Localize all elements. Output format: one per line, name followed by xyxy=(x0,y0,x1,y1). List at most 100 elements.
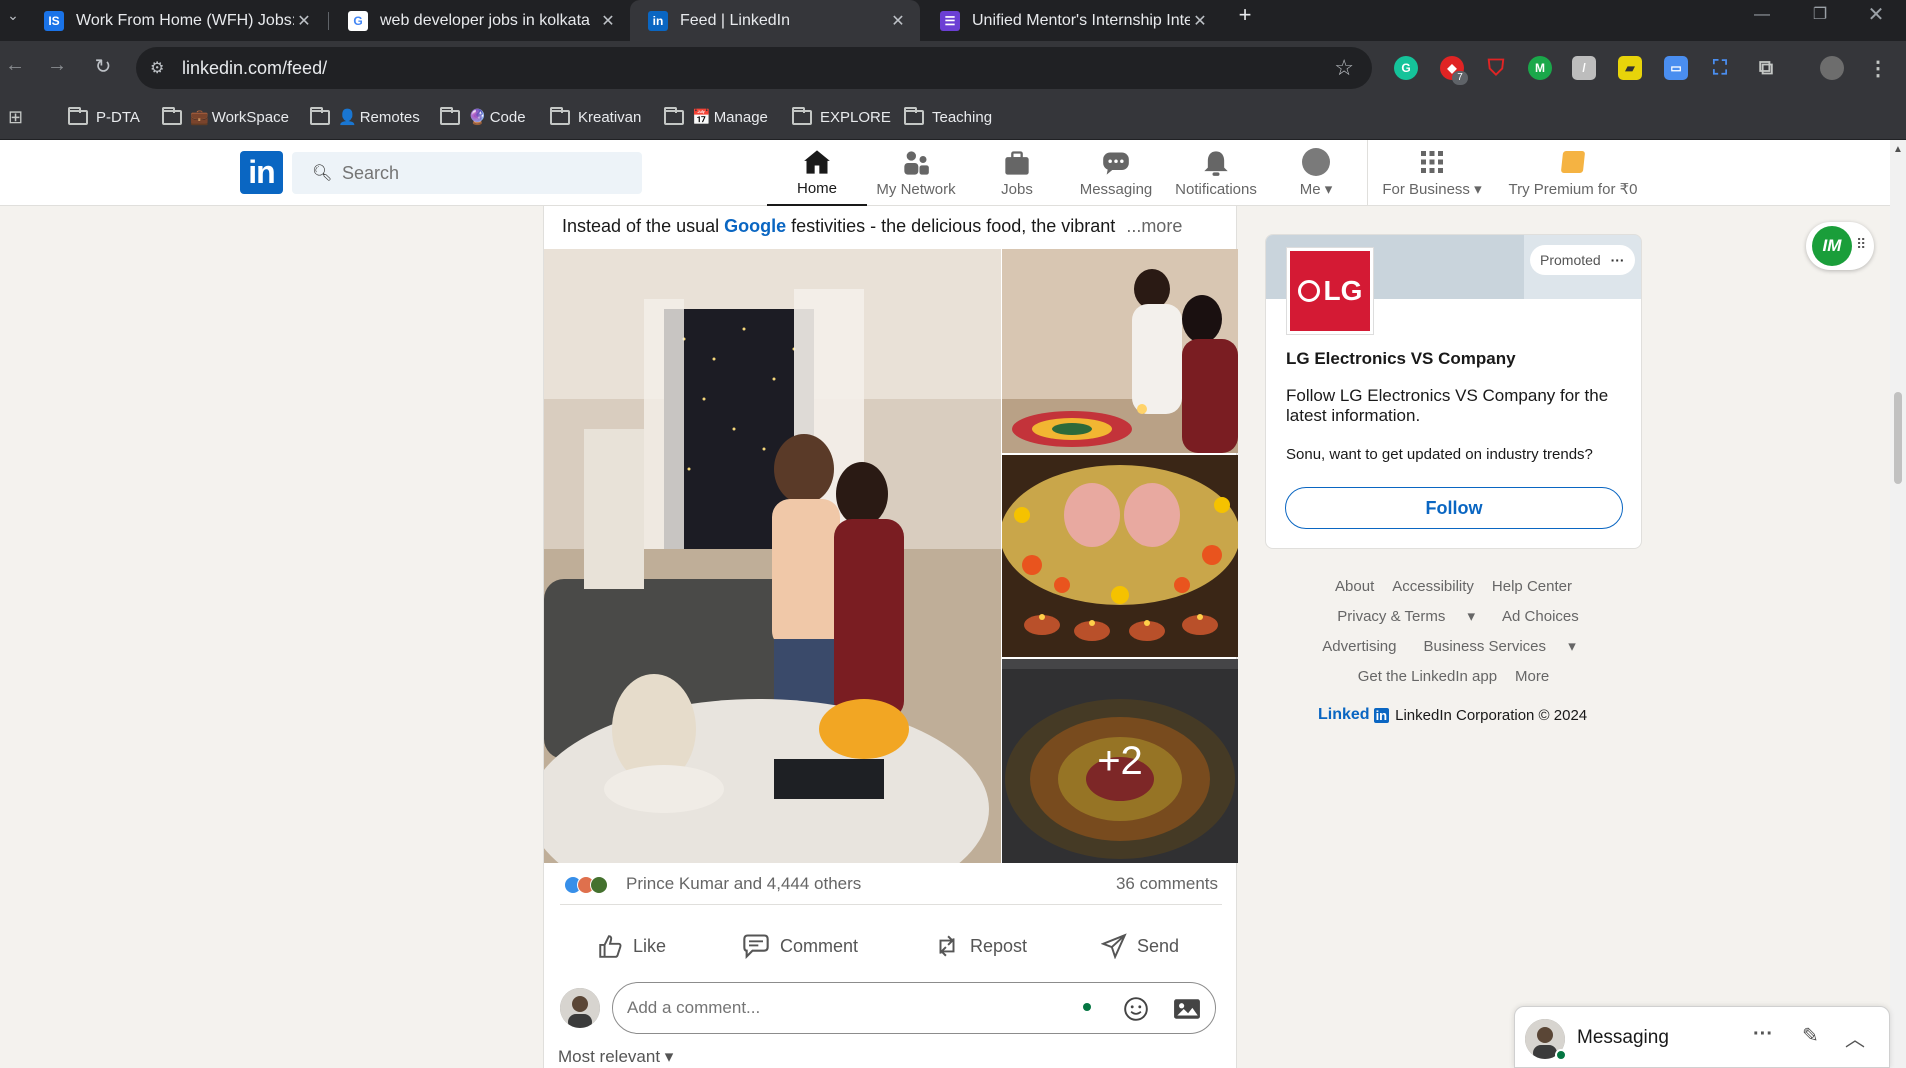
ruler-extension-icon[interactable]: ▰ xyxy=(1618,56,1642,80)
bookmark-folder[interactable]: 🔮 Code xyxy=(440,105,526,129)
post-photo-4[interactable]: +2 xyxy=(1002,659,1238,863)
new-tab-icon[interactable]: + xyxy=(1230,0,1260,30)
tab-google-search[interactable]: G web developer jobs in kolkata ✕ xyxy=(330,0,630,41)
close-tab-icon[interactable]: ✕ xyxy=(598,11,618,31)
tab-unified-mentor[interactable]: ☰ Unified Mentor's Internship Inte ✕ xyxy=(922,0,1222,41)
browser-menu-icon[interactable]: ⋮ xyxy=(1866,56,1890,80)
profile-avatar[interactable] xyxy=(1820,56,1844,80)
emoji-icon[interactable] xyxy=(1123,996,1149,1022)
tab-wfh-jobs[interactable]: IS Work From Home (WFH) Jobs: I ✕ xyxy=(26,0,326,41)
more-photos-overlay[interactable]: +2 xyxy=(1002,659,1238,863)
comment-input[interactable] xyxy=(627,983,1067,1033)
site-info-icon[interactable]: ⚙ xyxy=(150,58,164,78)
footer-link-ad-choices[interactable]: Ad Choices xyxy=(1502,608,1579,625)
see-more-link[interactable]: ...more xyxy=(1126,216,1182,236)
footer-link-get-app[interactable]: Get the LinkedIn app xyxy=(1358,668,1497,685)
apps-grid-icon[interactable]: ⊞ xyxy=(8,105,23,129)
grammarly-extension-icon[interactable]: G xyxy=(1394,56,1418,80)
footer-link-advertising[interactable]: Advertising xyxy=(1322,638,1396,655)
send-icon xyxy=(1101,933,1127,959)
reactions-text[interactable]: Prince Kumar and 4,444 others xyxy=(626,874,861,894)
footer-link-accessibility[interactable]: Accessibility xyxy=(1392,578,1474,595)
nav-messaging[interactable]: Messaging xyxy=(1066,140,1166,206)
nav-my-network[interactable]: My Network xyxy=(866,140,966,206)
extension-badge: 7 xyxy=(1452,71,1468,85)
close-tab-icon[interactable]: ✕ xyxy=(888,11,908,31)
ad-company-name[interactable]: LG Electronics VS Company xyxy=(1286,349,1516,369)
stripe-extension-icon[interactable]: / xyxy=(1572,56,1596,80)
shield-extension-icon[interactable]: ⛉ xyxy=(1484,55,1508,80)
extensions-puzzle-icon[interactable]: ⧉ xyxy=(1754,56,1778,80)
bookmark-folder[interactable]: Teaching xyxy=(904,105,992,129)
bookmark-folder[interactable]: 👤 Remotes xyxy=(310,105,420,129)
bookmark-folder[interactable]: Kreativan xyxy=(550,105,641,129)
repost-button[interactable]: Repost xyxy=(934,922,1027,970)
forward-icon[interactable]: → xyxy=(42,54,72,77)
nav-try-premium[interactable]: Try Premium for ₹0 xyxy=(1500,140,1646,206)
comments-count[interactable]: 36 comments xyxy=(1116,874,1218,894)
follow-button[interactable]: Follow xyxy=(1285,487,1623,529)
footer-link-about[interactable]: About xyxy=(1335,578,1374,595)
close-tab-icon[interactable]: ✕ xyxy=(1190,11,1210,31)
more-options-icon[interactable]: ··· xyxy=(1611,252,1625,268)
sort-comments-dropdown[interactable]: Most relevant ▾ xyxy=(558,1047,673,1067)
nav-for-business[interactable]: For Business ▾ xyxy=(1372,140,1492,206)
nav-me[interactable]: Me ▾ xyxy=(1266,140,1366,206)
close-window-icon[interactable]: ✕ xyxy=(1856,0,1896,30)
bookmark-folder[interactable]: P-DTA xyxy=(68,105,140,129)
scroll-up-arrow-icon[interactable]: ▲ xyxy=(1893,144,1903,155)
nav-jobs[interactable]: Jobs xyxy=(967,140,1067,206)
im-extension-icon[interactable]: IM xyxy=(1812,226,1852,266)
send-button[interactable]: Send xyxy=(1101,922,1179,970)
close-tab-icon[interactable]: ✕ xyxy=(294,11,314,31)
m-extension-icon[interactable]: M xyxy=(1528,56,1552,80)
post-photo-main[interactable] xyxy=(544,249,1001,863)
messaging-label[interactable]: Messaging xyxy=(1577,1027,1669,1049)
mention-link[interactable]: Google xyxy=(724,216,786,236)
footer-privacy-dropdown[interactable]: Privacy & Terms ▾ xyxy=(1328,608,1484,625)
nav-home[interactable]: Home xyxy=(767,140,867,206)
footer-link-help-center[interactable]: Help Center xyxy=(1492,578,1572,595)
url-text[interactable]: linkedin.com/feed/ xyxy=(182,58,327,79)
post-photo-3[interactable] xyxy=(1002,455,1238,657)
linkedin-logo[interactable]: in xyxy=(240,151,283,194)
comment-input-box[interactable] xyxy=(612,982,1216,1034)
person-icon: 👤 xyxy=(338,109,357,126)
drag-handle-icon[interactable]: ⠿ xyxy=(1856,236,1866,253)
post-photo-2[interactable] xyxy=(1002,249,1238,453)
lg-logo[interactable]: LG xyxy=(1286,247,1374,335)
me-avatar xyxy=(1302,148,1330,176)
floating-extension-widget[interactable]: IM ⠿ xyxy=(1806,222,1874,270)
bookmark-folder[interactable]: 📅 Manage xyxy=(664,105,768,129)
back-icon[interactable]: ← xyxy=(0,54,30,77)
restore-icon[interactable]: ❐ xyxy=(1800,0,1840,30)
page-scrollbar[interactable]: ▲ xyxy=(1890,140,1906,1068)
bookmark-folder[interactable]: EXPLORE xyxy=(792,105,891,129)
compose-icon[interactable]: ✎ xyxy=(1802,1023,1819,1048)
footer-link-more[interactable]: More xyxy=(1515,668,1549,685)
celebrate-reaction-icon xyxy=(590,876,608,894)
reload-icon[interactable]: ↻ xyxy=(88,54,118,79)
scrollbar-thumb[interactable] xyxy=(1894,392,1902,484)
messaging-overlay[interactable]: Messaging ··· ✎ ︿ xyxy=(1514,1006,1890,1068)
chevron-up-icon[interactable]: ︿ xyxy=(1845,1023,1865,1052)
screenshot-extension-icon[interactable]: ⛶ xyxy=(1708,56,1732,80)
bookmark-folder[interactable]: 💼 WorkSpace xyxy=(162,105,289,129)
bookmark-star-icon[interactable]: ☆ xyxy=(1334,55,1354,81)
address-bar[interactable]: ⚙ linkedin.com/feed/ ☆ xyxy=(136,47,1372,89)
search-input[interactable] xyxy=(342,152,632,194)
window-extension-icon[interactable]: ▭ xyxy=(1664,56,1688,80)
like-button[interactable]: Like xyxy=(597,922,666,970)
more-options-icon[interactable]: ··· xyxy=(1753,1023,1773,1046)
bookmark-label: EXPLORE xyxy=(820,108,891,126)
image-icon[interactable] xyxy=(1173,996,1201,1022)
reaction-icons[interactable] xyxy=(564,876,608,894)
comment-button[interactable]: Comment xyxy=(742,922,858,970)
search-bar[interactable]: 🔍︎ xyxy=(292,152,642,194)
nav-notifications[interactable]: Notifications xyxy=(1166,140,1266,206)
tab-search-chevron-icon[interactable]: ⌄ xyxy=(0,0,26,30)
tab-linkedin-feed[interactable]: in Feed | LinkedIn ✕ xyxy=(630,0,920,41)
footer-business-dropdown[interactable]: Business Services ▾ xyxy=(1414,638,1584,655)
bookmark-label: Code xyxy=(489,108,526,126)
minimize-icon[interactable]: — xyxy=(1742,0,1782,30)
